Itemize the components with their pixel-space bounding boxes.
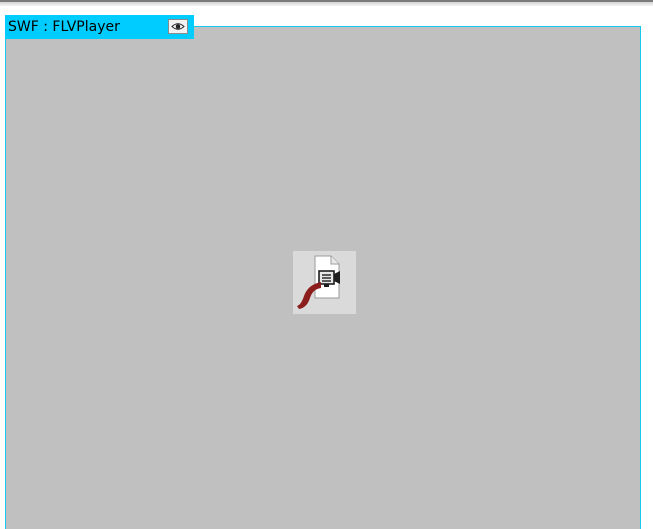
eye-icon	[171, 23, 185, 30]
live-view-toggle-button[interactable]	[168, 19, 188, 34]
swf-object-label: SWF : FLVPlayer	[8, 19, 120, 35]
flash-video-placeholder	[293, 251, 356, 314]
window-top-edge	[0, 0, 653, 6]
swf-object-tab[interactable]: SWF : FLVPlayer	[5, 15, 194, 39]
flash-video-icon	[297, 255, 340, 309]
